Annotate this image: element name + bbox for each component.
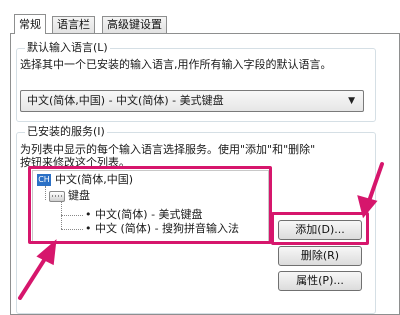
annotation-arrow-tree [18, 252, 50, 300]
annotation-arrow-add [366, 162, 384, 206]
arrowhead-icon [36, 239, 57, 266]
tab-general[interactable]: 常规 [14, 14, 46, 34]
annotation-arrows [18, 162, 384, 300]
arrowhead-icon [357, 195, 378, 219]
text-services-dialog: 常规 语言栏 高级键设置 默认输入语言(L) 选择其中一个已安装的输入语言,用作… [0, 0, 400, 315]
